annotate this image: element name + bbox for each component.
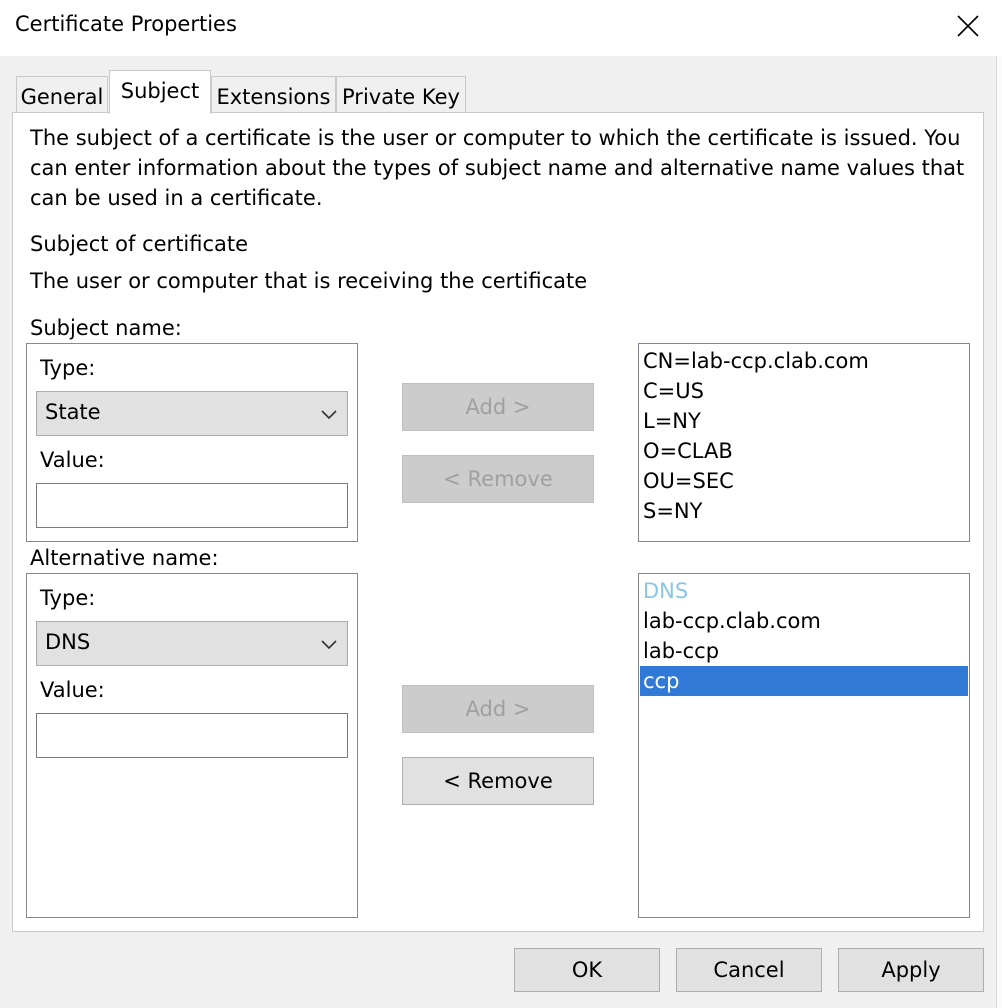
subject-add-label: Add > xyxy=(465,395,531,419)
subject-entries-list[interactable]: CN=lab-ccp.clab.com C=US L=NY O=CLAB OU=… xyxy=(638,343,970,542)
subject-add-button[interactable]: Add > xyxy=(402,383,594,431)
ok-label: OK xyxy=(571,958,603,982)
list-item[interactable]: C=US xyxy=(643,376,704,406)
subject-remove-label: < Remove xyxy=(443,467,553,491)
tab-general[interactable]: General xyxy=(16,76,108,114)
alternative-value-label: Value: xyxy=(40,678,105,702)
alternative-type-select[interactable]: DNS xyxy=(36,621,348,666)
tab-extensions[interactable]: Extensions xyxy=(211,76,336,114)
tab-extensions-label: Extensions xyxy=(216,85,331,109)
list-group-header: DNS xyxy=(643,579,689,603)
alternative-name-label: Alternative name: xyxy=(30,546,219,570)
close-button[interactable] xyxy=(948,6,988,46)
chevron-down-icon xyxy=(321,410,337,420)
close-icon xyxy=(957,15,979,37)
alternative-remove-button[interactable]: < Remove xyxy=(402,757,594,805)
description-line-3: can be used in a certificate. xyxy=(30,186,323,210)
list-item[interactable]: OU=SEC xyxy=(643,466,734,496)
list-item[interactable]: L=NY xyxy=(643,406,701,436)
tab-private-key-label: Private Key xyxy=(342,85,460,109)
tab-private-key[interactable]: Private Key xyxy=(336,76,466,114)
alternative-remove-label: < Remove xyxy=(443,769,553,793)
window-edge xyxy=(996,56,1002,1008)
cancel-label: Cancel xyxy=(713,958,785,982)
subject-value-label: Value: xyxy=(40,448,105,472)
tab-subject-label: Subject xyxy=(120,79,200,103)
tab-general-label: General xyxy=(20,85,104,109)
tab-subject[interactable]: Subject xyxy=(109,70,211,114)
apply-label: Apply xyxy=(881,958,941,982)
subject-type-select[interactable]: State xyxy=(36,391,348,436)
list-item[interactable]: lab-ccp xyxy=(643,636,719,666)
alternative-add-button[interactable]: Add > xyxy=(402,685,594,733)
list-item[interactable]: CN=lab-ccp.clab.com xyxy=(643,346,869,376)
description-line-2: can enter information about the types of… xyxy=(30,156,965,180)
alternative-value-input[interactable] xyxy=(36,713,348,758)
list-item-selected[interactable]: ccp xyxy=(640,666,968,696)
chevron-down-icon xyxy=(321,640,337,650)
cancel-button[interactable]: Cancel xyxy=(676,948,822,992)
alternative-entries-list[interactable]: DNS lab-ccp.clab.com lab-ccp ccp xyxy=(638,573,970,918)
subject-name-label: Subject name: xyxy=(30,316,182,340)
subject-value-input[interactable] xyxy=(36,483,348,528)
alternative-type-value: DNS xyxy=(45,630,91,654)
list-item[interactable]: lab-ccp.clab.com xyxy=(643,606,821,636)
subject-type-label: Type: xyxy=(40,356,96,380)
apply-button[interactable]: Apply xyxy=(838,948,984,992)
alternative-add-label: Add > xyxy=(465,697,531,721)
list-item[interactable]: S=NY xyxy=(643,496,702,526)
alternative-type-label: Type: xyxy=(40,586,96,610)
subject-type-value: State xyxy=(45,400,101,424)
subject-subheading: The user or computer that is receiving t… xyxy=(30,269,588,293)
ok-button[interactable]: OK xyxy=(514,948,660,992)
title-bar: Certificate Properties xyxy=(0,0,1002,56)
subject-remove-button[interactable]: < Remove xyxy=(402,455,594,503)
window-title: Certificate Properties xyxy=(15,12,237,36)
list-item[interactable]: O=CLAB xyxy=(643,436,733,466)
description-line-1: The subject of a certificate is the user… xyxy=(30,126,961,150)
subject-heading: Subject of certificate xyxy=(30,232,249,256)
